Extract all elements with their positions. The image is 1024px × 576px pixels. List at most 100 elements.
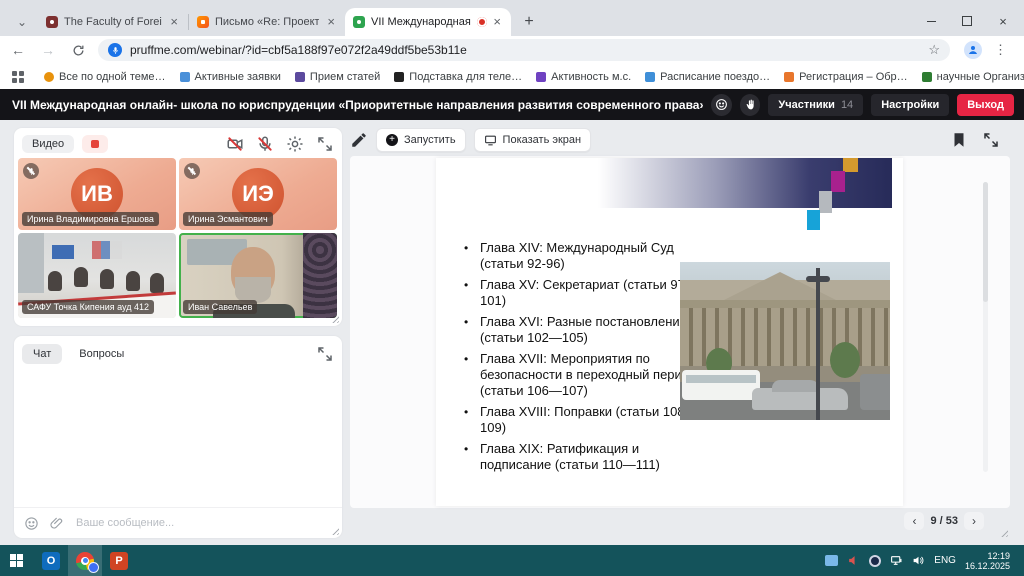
- video-expand-icon[interactable]: [316, 135, 334, 153]
- room-person: [126, 271, 140, 291]
- video-settings-gear-icon[interactable]: [286, 135, 304, 153]
- tray-volume-red-icon[interactable]: [847, 554, 860, 567]
- language-indicator[interactable]: ENG: [934, 555, 956, 566]
- chat-panel: Чат Вопросы: [14, 336, 342, 538]
- window-controls: ×: [924, 8, 1018, 34]
- photo-car: [752, 388, 848, 410]
- close-window-button[interactable]: ×: [996, 14, 1010, 28]
- deco-square-magenta: [831, 171, 845, 192]
- message-input[interactable]: [74, 516, 332, 530]
- close-tab-icon[interactable]: ×: [168, 17, 180, 27]
- participants-button[interactable]: Участники 14: [768, 94, 863, 116]
- back-button[interactable]: ←: [6, 38, 30, 62]
- apps-grid-icon[interactable]: [12, 71, 24, 83]
- bookmark-item[interactable]: Подставка для теле…: [394, 71, 522, 83]
- tab-chat[interactable]: Чат: [22, 344, 62, 364]
- record-button[interactable]: [82, 135, 108, 153]
- forward-button[interactable]: →: [36, 38, 60, 62]
- bookmark-item[interactable]: Регистрация – Обр…: [784, 71, 908, 83]
- bookmark-item[interactable]: научные Организа…: [922, 71, 1024, 83]
- prev-slide-button[interactable]: ‹: [904, 512, 924, 530]
- reload-button[interactable]: [66, 38, 90, 62]
- tab-search-button[interactable]: ⌄: [10, 11, 34, 33]
- bookmark-star-icon[interactable]: ☆: [928, 42, 940, 58]
- restore-button[interactable]: [960, 14, 974, 28]
- resize-handle[interactable]: [999, 528, 1008, 537]
- video-tiles-grid: ИВ Ирина Владимировна Ершова ИЭ Ирина Эс…: [18, 158, 338, 318]
- powerpoint-icon: P: [110, 552, 128, 570]
- room-person: [48, 271, 62, 291]
- record-dot-icon: [91, 140, 99, 148]
- browser-menu-icon[interactable]: ⋮: [994, 42, 1007, 58]
- tray-app-dark-icon[interactable]: [869, 555, 881, 567]
- bookmark-item[interactable]: Активные заявки: [180, 71, 281, 83]
- photo-tree: [830, 342, 860, 378]
- slide-bullet: Глава XVII: Мероприятия по безопасности …: [462, 351, 702, 399]
- bookmark-item[interactable]: Прием статей: [295, 71, 380, 83]
- next-slide-button[interactable]: ›: [964, 512, 984, 530]
- tab-webinar[interactable]: VII Международная онлай ×: [345, 8, 511, 36]
- room-banner: [92, 241, 122, 259]
- stage-expand-icon[interactable]: [982, 131, 1000, 149]
- room-window: [18, 233, 44, 293]
- close-tab-icon[interactable]: ×: [491, 17, 503, 27]
- tab-questions[interactable]: Вопросы: [68, 344, 135, 364]
- video-tile[interactable]: ИВ Ирина Владимировна Ершова: [18, 158, 176, 230]
- slide-bullet: Глава XVI: Разные постановления (статьи …: [462, 314, 702, 346]
- video-panel-title[interactable]: Видео: [22, 135, 74, 153]
- bookmark-item[interactable]: Активность м.с.: [536, 71, 631, 83]
- minimize-button[interactable]: [924, 14, 938, 28]
- address-bar[interactable]: pruffme.com/webinar/?id=cbf5a188f97e072f…: [98, 39, 950, 61]
- attach-paperclip-icon[interactable]: [49, 516, 64, 531]
- photo-frieze: [680, 300, 890, 308]
- profile-avatar[interactable]: [964, 41, 982, 59]
- new-tab-button[interactable]: +: [517, 10, 541, 34]
- recording-indicator-icon: [477, 17, 487, 27]
- taskbar-powerpoint[interactable]: P: [102, 545, 136, 576]
- mic-off-icon[interactable]: [256, 135, 274, 153]
- bookmark-label: Все по одной теме…: [59, 71, 166, 83]
- site-mic-permission-icon[interactable]: [108, 43, 122, 57]
- bookmark-item[interactable]: Расписание поездо…: [645, 71, 770, 83]
- close-tab-icon[interactable]: ×: [325, 17, 337, 27]
- exit-button[interactable]: Выход: [957, 94, 1014, 116]
- camera-off-icon[interactable]: [226, 135, 244, 153]
- presentation-stage: + Запустить Показать экран: [350, 128, 1010, 540]
- draw-pencil-icon[interactable]: [350, 131, 368, 149]
- tab-mail[interactable]: Письмо «Re: Проект програм ×: [189, 8, 345, 36]
- deco-square-gold: [843, 158, 858, 172]
- slide-scrollbar[interactable]: [983, 182, 988, 472]
- speaker-icon[interactable]: [912, 554, 925, 567]
- tab-faculty[interactable]: The Faculty of Foreign Languag ×: [38, 8, 188, 36]
- video-tile-active-speaker[interactable]: Иван Савельев: [179, 233, 337, 318]
- system-tray: ENG 12:19 16.12.2025: [825, 551, 1024, 571]
- chat-tabs: Чат Вопросы: [14, 336, 342, 364]
- raise-hand-button[interactable]: [740, 94, 761, 116]
- start-button[interactable]: [0, 545, 34, 576]
- scrollbar-thumb[interactable]: [983, 182, 988, 302]
- mail-favicon-icon: [197, 16, 209, 28]
- network-icon[interactable]: [890, 554, 903, 567]
- launch-button[interactable]: + Запустить: [376, 128, 466, 152]
- bookmark-favicon-icon: [180, 72, 190, 82]
- settings-button[interactable]: Настройки: [871, 94, 949, 116]
- video-tile[interactable]: ИЭ Ирина Эсмантович: [179, 158, 337, 230]
- deco-square-cyan: [807, 210, 820, 230]
- chat-expand-icon[interactable]: [316, 345, 334, 363]
- taskbar-chrome-active[interactable]: [68, 545, 102, 576]
- slide-bullet: Глава XV: Секретариат (статьи 97-101): [462, 277, 702, 309]
- tray-app-blue-icon[interactable]: [825, 555, 838, 566]
- faculty-favicon-icon: [46, 16, 58, 28]
- share-screen-button[interactable]: Показать экран: [474, 128, 592, 152]
- bookmark-favicon-icon: [295, 72, 305, 82]
- photo-suv: [860, 374, 890, 410]
- bookmark-item[interactable]: Все по одной теме…: [44, 71, 166, 83]
- taskbar-outlook[interactable]: O: [34, 545, 68, 576]
- screen: ⌄ The Faculty of Foreign Languag × Письм…: [0, 0, 1024, 576]
- clock[interactable]: 12:19 16.12.2025: [965, 551, 1014, 571]
- video-tile[interactable]: САФУ Точка Кипения ауд 412: [18, 233, 176, 318]
- main-area: Видео: [0, 120, 1024, 545]
- reactions-button[interactable]: [711, 94, 732, 116]
- emoji-icon[interactable]: [24, 516, 39, 531]
- bookmark-slide-icon[interactable]: [950, 131, 968, 149]
